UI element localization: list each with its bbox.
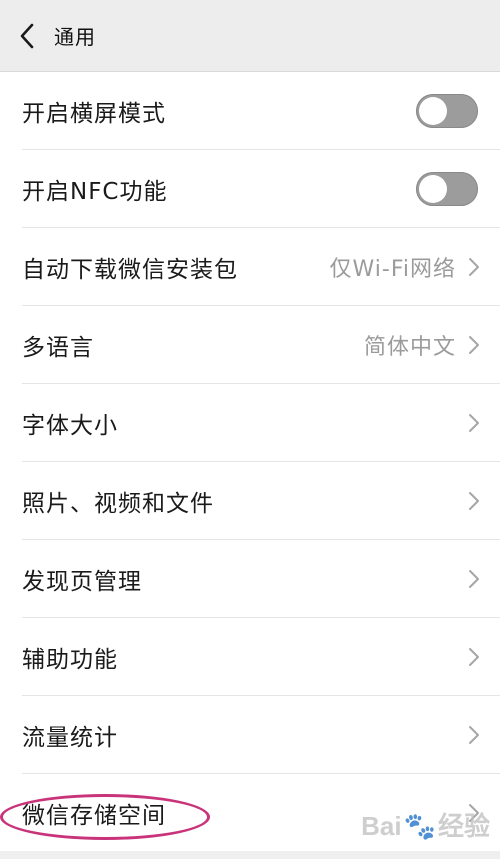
toggle-knob bbox=[419, 97, 447, 125]
setting-row-language[interactable]: 多语言 简体中文 bbox=[0, 306, 500, 384]
setting-row-font-size[interactable]: 字体大小 bbox=[0, 384, 500, 462]
chevron-right-icon bbox=[469, 258, 479, 276]
setting-value: 简体中文 bbox=[363, 335, 456, 360]
landscape-mode-toggle[interactable] bbox=[416, 94, 478, 128]
setting-label: 流量统计 bbox=[22, 725, 118, 751]
setting-label: 开启NFC功能 bbox=[22, 179, 168, 205]
setting-label: 微信存储空间 bbox=[22, 803, 166, 829]
nfc-toggle[interactable] bbox=[416, 172, 478, 206]
setting-label: 照片、视频和文件 bbox=[22, 491, 214, 517]
chevron-right-icon bbox=[469, 648, 479, 666]
page-title: 通用 bbox=[54, 25, 96, 49]
bottom-divider bbox=[0, 851, 500, 859]
setting-row-auto-download[interactable]: 自动下载微信安装包 仅Wi-Fi网络 bbox=[0, 228, 500, 306]
chevron-right-icon bbox=[469, 804, 479, 822]
chevron-right-icon bbox=[469, 414, 479, 432]
setting-row-media-files[interactable]: 照片、视频和文件 bbox=[0, 462, 500, 540]
chevron-right-icon bbox=[469, 570, 479, 588]
chevron-right-icon bbox=[469, 726, 479, 744]
settings-list: 开启横屏模式 开启NFC功能 自动下载微信安装包 仅Wi-Fi网络 多语言 简体… bbox=[0, 72, 500, 852]
chevron-right-icon bbox=[469, 336, 479, 354]
setting-row-nfc[interactable]: 开启NFC功能 bbox=[0, 150, 500, 228]
setting-row-landscape-mode[interactable]: 开启横屏模式 bbox=[0, 72, 500, 150]
toggle-knob bbox=[419, 175, 447, 203]
setting-label: 辅助功能 bbox=[22, 647, 118, 673]
setting-row-discover-page[interactable]: 发现页管理 bbox=[0, 540, 500, 618]
setting-value: 仅Wi-Fi网络 bbox=[329, 257, 456, 282]
navigation-bar: 通用 bbox=[0, 0, 500, 72]
chevron-left-icon bbox=[20, 23, 34, 48]
setting-row-storage[interactable]: 微信存储空间 bbox=[0, 774, 500, 852]
setting-label: 发现页管理 bbox=[22, 569, 142, 595]
chevron-right-icon bbox=[469, 492, 479, 510]
setting-label: 字体大小 bbox=[22, 413, 118, 439]
setting-label: 自动下载微信安装包 bbox=[22, 257, 238, 283]
setting-row-data-usage[interactable]: 流量统计 bbox=[0, 696, 500, 774]
back-button[interactable] bbox=[0, 0, 54, 72]
setting-label: 开启横屏模式 bbox=[22, 101, 166, 127]
setting-row-accessibility[interactable]: 辅助功能 bbox=[0, 618, 500, 696]
setting-label: 多语言 bbox=[22, 335, 94, 361]
